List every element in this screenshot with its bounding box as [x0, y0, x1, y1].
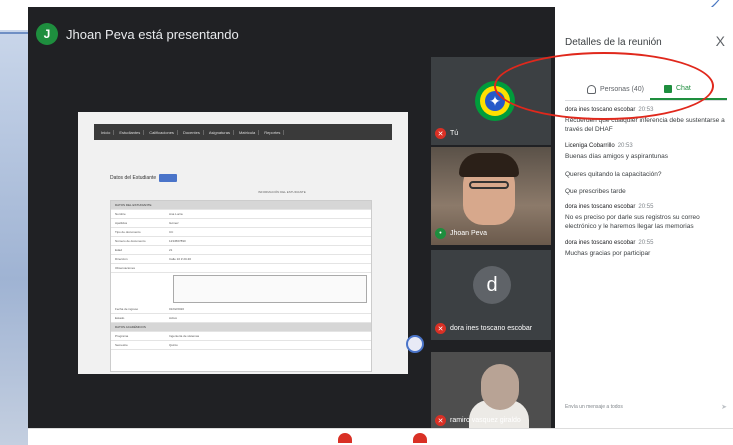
form-row-label: Dirección	[115, 257, 128, 261]
shared-screen-form: DATOS DEL ESTUDIANTE Nombre Ana Lucía Apell…	[110, 200, 372, 372]
form-row-value: 01/02/2020	[169, 307, 185, 311]
participant-name: ✕ dora ines toscano escobar	[435, 323, 532, 334]
screenshot: J Jhoan Peva está presentando Inicio Estu…	[0, 0, 733, 445]
form-row-label: Edad	[115, 248, 123, 252]
form-row-label: Semestre	[115, 343, 128, 347]
form-row-value: 1234567890	[169, 239, 186, 243]
chat-author: dora ines toscano escobar	[565, 204, 636, 210]
participant-tile-video[interactable]: • Jhoan Peva	[431, 147, 551, 245]
meet-bottom-bar	[28, 428, 733, 445]
participant-name: • Jhoan Peva	[435, 228, 487, 239]
chat-messages: dora ines toscano escobar 20:53 Recuerden …	[565, 107, 727, 267]
presenter-avatar: J	[36, 23, 58, 45]
form-row-label: Apellidos	[115, 221, 128, 225]
form-row-label: Observaciones	[115, 266, 136, 270]
form-row-label: DATOS DEL ESTUDIANTE	[115, 203, 152, 207]
chat-time: 20:55	[638, 240, 654, 246]
title-chip	[159, 174, 178, 182]
mic-off-icon: ✕	[435, 128, 446, 139]
chat-message-header: dora ines toscano escobar 20:55	[565, 240, 727, 246]
presenter-label: Jhoan Peva está presentando	[66, 26, 239, 42]
chat-author: Liceniga Cobarrillo	[565, 143, 615, 149]
chat-text: Que prescribes tarde	[565, 188, 626, 195]
shared-screen-nav-item: Reportes	[261, 129, 285, 135]
form-row-label: Programa	[115, 334, 129, 338]
annotation-circle	[494, 52, 714, 120]
form-row-label: Tipo de documento	[115, 230, 141, 234]
end-call-icon[interactable]	[338, 433, 352, 443]
form-row: Nombre Ana Lucía	[111, 210, 371, 219]
form-row-value: Ingeniería de sistemas	[169, 334, 200, 338]
form-row-value: Quinto	[169, 343, 178, 347]
chat-compose[interactable]: Envía un mensaje a todos ➤	[565, 399, 727, 415]
shared-screen-nav: Inicio Estudiantes Calificaciones Docentes A…	[94, 124, 392, 140]
form-row-label: Estado	[115, 316, 125, 320]
shared-screen-subtitle: INFORMACIÓN DEL ESTUDIANTE	[258, 190, 306, 194]
form-row-label: Nombre	[115, 212, 126, 216]
form-row: Observaciones	[111, 264, 371, 273]
mic-toggle-icon[interactable]	[413, 433, 427, 443]
form-row-value: Gómez	[169, 221, 179, 225]
participant-name: ✕ ramiro vasquez giraldo	[435, 415, 521, 426]
form-row: Número de documento 1234567890	[111, 237, 371, 246]
form-row: DATOS DEL ESTUDIANTE	[111, 201, 371, 210]
avatar: d	[473, 266, 511, 304]
form-row: Fecha de ingreso 01/02/2020	[111, 305, 371, 314]
participant-hair	[459, 153, 519, 177]
shared-screen-nav-item: Asignaturas	[206, 129, 234, 135]
participant-tile-video[interactable]: ✕ ramiro vasquez giraldo	[431, 352, 551, 432]
close-button[interactable]: X	[716, 33, 725, 49]
chat-text: No es preciso por darle sus registros su…	[565, 214, 700, 230]
form-row: Programa Ingeniería de sistemas	[111, 332, 371, 341]
shared-screen-nav-item: Matricula	[236, 129, 260, 135]
recaptcha-icon	[406, 335, 424, 353]
form-row-value: CC	[169, 230, 174, 234]
participant-face	[481, 364, 519, 410]
form-row-label: Fecha de ingreso	[115, 307, 139, 311]
shared-screen-nav-item: Estudiantes	[116, 129, 145, 135]
panel-title: Detalles de la reunión	[565, 37, 662, 48]
form-row-label: Número de documento	[115, 239, 146, 243]
chat-message-header: Liceniga Cobarrillo 20:53	[565, 143, 727, 149]
chat-time: 20:55	[638, 204, 654, 210]
chat-text: Buenas días amigos y aspirantunas	[565, 153, 668, 160]
mic-off-icon: ✕	[435, 415, 446, 426]
form-row: Semestre Quinto	[111, 341, 371, 350]
shared-screen-nav-item: Docentes	[180, 129, 204, 135]
send-icon[interactable]: ➤	[721, 403, 727, 411]
form-row: Tipo de documento CC	[111, 228, 371, 237]
shared-screen-title: Datos del Estudiante	[110, 174, 178, 182]
form-row-value: Ana Lucía	[169, 212, 183, 216]
presenter-banner: J Jhoan Peva está presentando	[36, 21, 239, 47]
form-row-value: Activo	[169, 316, 178, 320]
participant-name: ✕ Tú	[435, 128, 458, 139]
form-row: Dirección Calle 10 # 20-30	[111, 255, 371, 264]
form-row: Edad 21	[111, 246, 371, 255]
chat-message-header: dora ines toscano escobar 20:55	[565, 204, 727, 210]
shared-screen-nav-item: Inicio	[98, 129, 115, 135]
participant-glasses	[469, 181, 509, 189]
shared-screen-title-text: Datos del Estudiante	[110, 175, 157, 181]
form-row-value: Calle 10 # 20-30	[169, 257, 192, 261]
form-row: Apellidos Gómez	[111, 219, 371, 228]
speaking-icon: •	[435, 228, 446, 239]
observations-textarea	[173, 275, 367, 303]
mic-off-icon: ✕	[435, 323, 446, 334]
chat-message: dora ines toscano escobar 20:55 No es prec…	[565, 204, 727, 231]
form-row-label: DATOS ACADÉMICOS	[115, 325, 146, 329]
chat-input[interactable]: Envía un mensaje a todos	[565, 404, 623, 410]
form-row: DATOS ACADÉMICOS	[111, 323, 371, 332]
form-row-value: 21	[169, 248, 173, 252]
chat-message: Liceniga Cobarrillo 20:53 Buenas días amig…	[565, 143, 727, 195]
chat-message: dora ines toscano escobar 20:55 Muchas gra…	[565, 240, 727, 258]
chat-text: Muchas gracias por participar	[565, 250, 651, 257]
shared-screen: Inicio Estudiantes Calificaciones Docentes A…	[78, 112, 408, 374]
chat-text: Queres quitando la capacitación?	[565, 171, 662, 178]
chat-author: dora ines toscano escobar	[565, 240, 636, 246]
participant-tile-avatar[interactable]: d ✕ dora ines toscano escobar	[431, 250, 551, 340]
chat-time: 20:53	[617, 143, 633, 149]
form-row: Estado Activo	[111, 314, 371, 323]
shared-screen-nav-item: Calificaciones	[146, 129, 178, 135]
